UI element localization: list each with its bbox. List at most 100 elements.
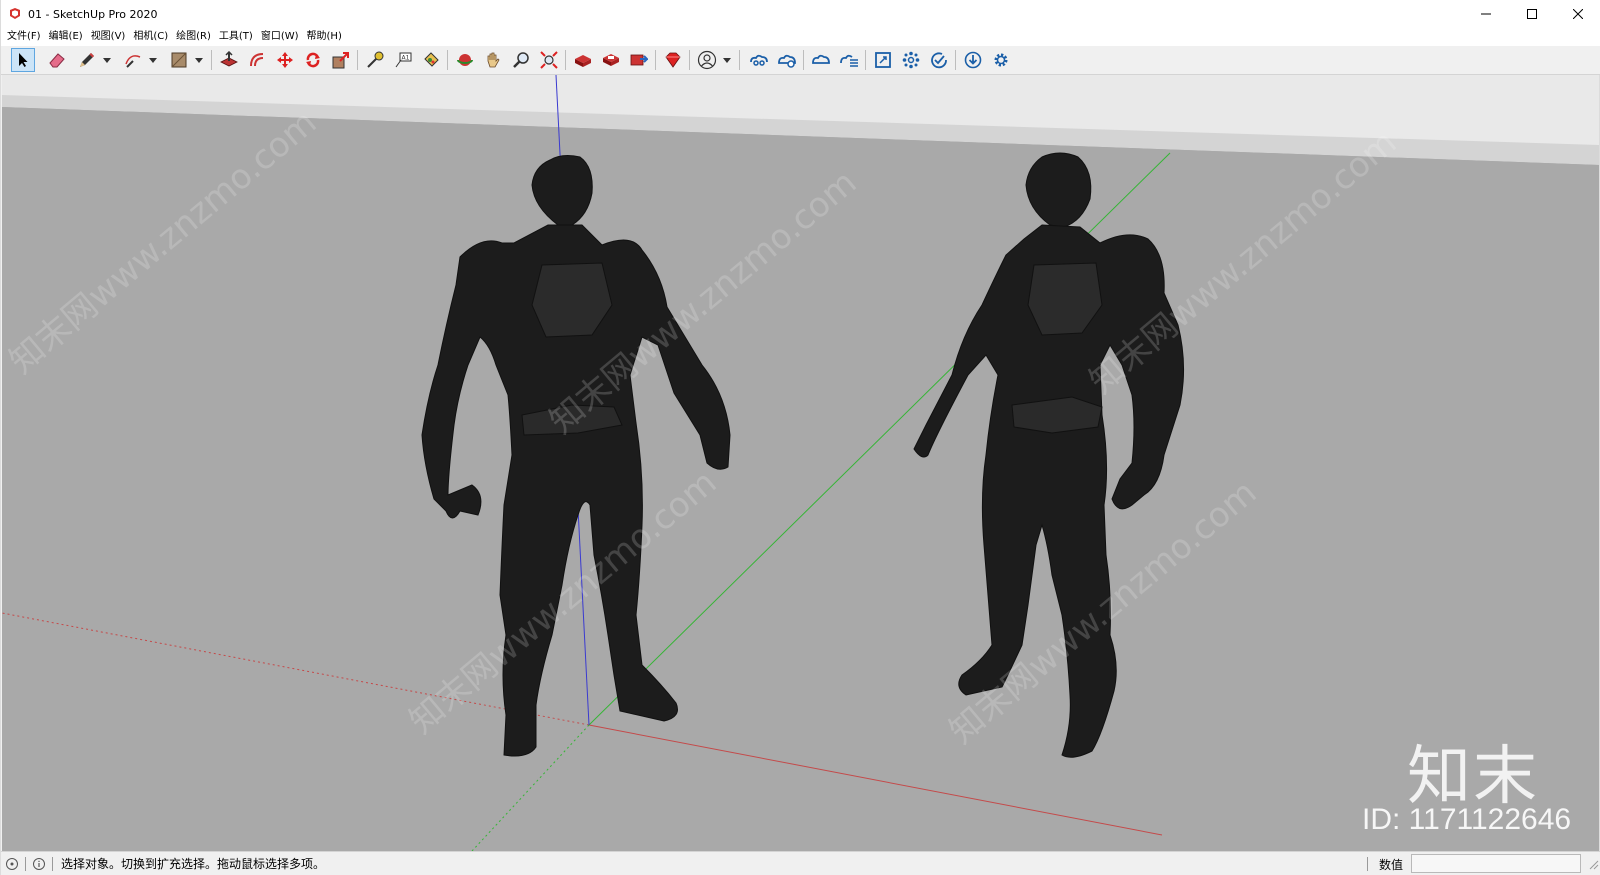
tape-measure-icon	[367, 51, 384, 68]
move-tool-button[interactable]	[273, 48, 297, 72]
arc-tool-button[interactable]	[121, 48, 145, 72]
line-tool-dropdown-icon[interactable]	[103, 56, 111, 64]
pan-tool-button[interactable]	[481, 48, 505, 72]
zoom-extents-tool-button[interactable]	[537, 48, 561, 72]
push-pull-tool-button[interactable]	[217, 48, 241, 72]
extension-manager-tool-button[interactable]	[661, 48, 685, 72]
extension-warehouse-icon	[603, 54, 619, 66]
line-tool-button[interactable]	[75, 48, 99, 72]
zoom-extents-icon	[540, 51, 558, 69]
window-title: 01 - SketchUp Pro 2020	[28, 7, 158, 21]
components-icon	[902, 51, 920, 69]
user-icon	[697, 50, 717, 70]
cloud-list-tool-button[interactable]	[837, 48, 861, 72]
rotate-icon	[306, 52, 320, 68]
menu-camera[interactable]: 相机(C)	[131, 28, 174, 46]
account-dropdown-icon[interactable]	[723, 56, 731, 64]
scale-tool-button[interactable]	[329, 48, 353, 72]
send-to-layout-tool-button[interactable]	[627, 48, 651, 72]
extension-warehouse-tool-button[interactable]	[599, 48, 623, 72]
toolbar-separator	[739, 50, 740, 70]
rectangle-icon	[171, 52, 187, 68]
shape-tool-dropdown-icon[interactable]	[195, 56, 203, 64]
warehouse-tool-button[interactable]	[571, 48, 595, 72]
select-tool-button[interactable]	[11, 48, 35, 72]
sketchup-window: 01 - SketchUp Pro 2020 文件(F) 编辑(E) 视图(V)…	[0, 0, 1600, 875]
shape-tool-button[interactable]	[167, 48, 191, 72]
tape-measure-tool-button[interactable]	[363, 48, 387, 72]
account-button[interactable]	[695, 48, 719, 72]
paint-bucket-tool-button[interactable]	[419, 48, 443, 72]
menu-tools[interactable]: 工具(T)	[217, 28, 259, 46]
menu-view[interactable]: 视图(V)	[89, 28, 132, 46]
modeling-viewport[interactable]: 知末网www.znzmo.com 知末网www.znzmo.com 知末网www…	[2, 75, 1599, 851]
svg-text:A1: A1	[402, 55, 410, 62]
menu-draw[interactable]: 绘图(R)	[174, 28, 217, 46]
close-icon	[1573, 9, 1583, 19]
close-button[interactable]	[1555, 0, 1600, 28]
menu-file[interactable]: 文件(F)	[5, 28, 47, 46]
layout-icon	[630, 54, 648, 66]
arc-icon	[125, 55, 141, 68]
arrow-cursor-icon	[19, 53, 28, 67]
rotate-tool-button[interactable]	[301, 48, 325, 72]
status-bar: 选择对象。切换到扩充选择。拖动鼠标选择多项。 数值	[1, 851, 1600, 875]
toolbar-separator	[655, 50, 656, 70]
cloud-list-icon	[840, 54, 858, 67]
window-controls	[1463, 0, 1600, 28]
trimble-connect-tool-button[interactable]	[747, 48, 771, 72]
toolbar-separator	[357, 50, 358, 70]
move-icon	[277, 52, 293, 68]
status-separator	[1367, 857, 1368, 871]
title-bar: 01 - SketchUp Pro 2020	[1, 0, 1600, 28]
toolbar-separator	[447, 50, 448, 70]
cloud-sync-tool-button[interactable]	[809, 48, 833, 72]
components-tool-button[interactable]	[899, 48, 923, 72]
offset-tool-button[interactable]	[245, 48, 269, 72]
menu-window[interactable]: 窗口(W)	[259, 28, 305, 46]
text-icon: A1	[395, 52, 412, 68]
geo-location-icon[interactable]	[5, 857, 19, 871]
info-icon[interactable]	[32, 857, 46, 871]
scene-canvas[interactable]: 知末网www.znzmo.com 知末网www.znzmo.com 知末网www…	[2, 75, 1599, 851]
minimize-button[interactable]	[1463, 0, 1509, 28]
status-separator	[25, 856, 26, 871]
text-tool-button[interactable]: A1	[391, 48, 415, 72]
hand-icon	[487, 52, 500, 68]
orbit-tool-button[interactable]	[453, 48, 477, 72]
toolbar-separator	[565, 50, 566, 70]
check-circle-icon	[931, 52, 947, 69]
collaborate-tool-button[interactable]	[775, 48, 799, 72]
paint-bucket-icon	[424, 52, 439, 67]
minimize-icon	[1481, 13, 1491, 15]
download-icon	[964, 51, 982, 69]
measurements-label: 数值	[1379, 858, 1404, 872]
cloud-sync-icon	[812, 54, 830, 64]
eraser-icon	[49, 53, 65, 68]
toolbar-separator	[955, 50, 956, 70]
arc-tool-dropdown-icon[interactable]	[149, 56, 157, 64]
orbit-icon	[457, 54, 473, 66]
warehouse-icon	[575, 55, 591, 67]
menu-edit[interactable]: 编辑(E)	[47, 28, 89, 46]
layout-page-tool-button[interactable]	[871, 48, 895, 72]
status-hint-text: 选择对象。切换到扩充选择。拖动鼠标选择多项。	[61, 857, 326, 871]
toolbar-separator	[211, 50, 212, 70]
cloud-share-icon	[778, 54, 796, 68]
watermark-id: ID: 1171122646	[1362, 803, 1572, 836]
gear-icon	[994, 53, 1008, 67]
sketchup-logo-icon	[10, 8, 20, 19]
maximize-button[interactable]	[1509, 0, 1555, 28]
large-tool-set-toolbar: A1	[1, 46, 1600, 75]
measurements-input[interactable]	[1411, 854, 1581, 873]
resize-grip-icon[interactable]	[1587, 858, 1599, 870]
toolbar-separator	[803, 50, 804, 70]
zoom-tool-button[interactable]	[509, 48, 533, 72]
menu-help[interactable]: 帮助(H)	[305, 28, 348, 46]
check-tool-button[interactable]	[927, 48, 951, 72]
ruby-gem-icon	[665, 52, 681, 68]
download-tool-button[interactable]	[961, 48, 985, 72]
magnifier-icon	[513, 52, 529, 68]
eraser-tool-button[interactable]	[45, 48, 69, 72]
settings-tool-button[interactable]	[989, 48, 1013, 72]
